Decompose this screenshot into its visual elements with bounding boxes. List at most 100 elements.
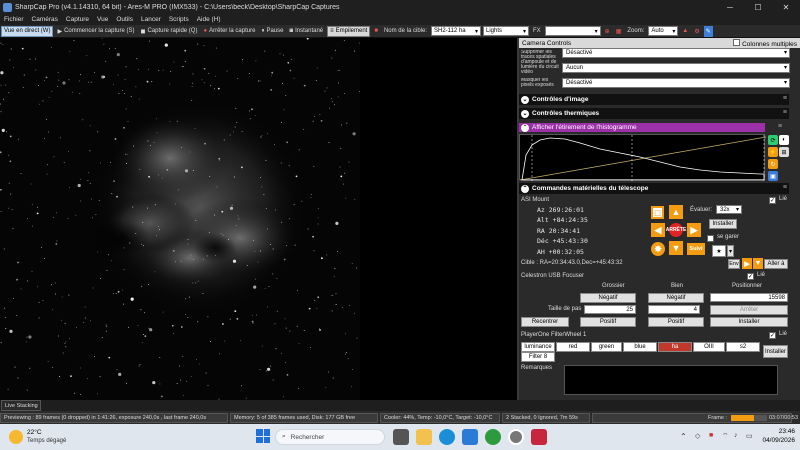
image-preview[interactable] <box>0 38 517 400</box>
target-name-select[interactable]: SH2-112 ha ▾ <box>431 26 481 36</box>
histogram-icon-button[interactable]: ▲ <box>680 26 690 37</box>
menu-help[interactable]: Aide (H) <box>193 16 225 23</box>
pin-icon-button[interactable]: ✎ <box>703 25 713 37</box>
live-stacking-tab[interactable]: Live Stacking <box>1 400 41 411</box>
menu-cameras[interactable]: Caméras <box>28 16 62 23</box>
focuser-stop-button[interactable]: Arrêter <box>710 305 788 315</box>
filter-red[interactable]: red <box>556 342 590 352</box>
position-input[interactable]: 15598 <box>710 293 788 302</box>
star-dropdown[interactable]: ▾ <box>727 245 734 257</box>
filterwheel-install-button[interactable]: Installer <box>763 345 788 358</box>
focuser-install-button[interactable]: Installer <box>710 317 788 327</box>
wifi-icon[interactable]: ⌔ <box>722 432 729 441</box>
save-icon[interactable]: ▣ <box>768 171 778 181</box>
coarse-step-input[interactable]: 25 <box>584 305 636 314</box>
auto-stretch-icon[interactable]: ⟳ <box>768 135 778 145</box>
file-explorer-icon[interactable] <box>416 429 432 445</box>
record-icon-button[interactable]: ■ <box>372 26 380 37</box>
hamburger-icon[interactable]: ≡ <box>778 123 782 130</box>
tray-app-icon[interactable]: ■ <box>709 432 713 439</box>
menu-scripts[interactable]: Scripts <box>165 16 193 23</box>
fine-negative-button[interactable]: Négatif <box>648 293 704 303</box>
quick-capture-button[interactable]: ◼ Capture rapide (Q) <box>138 26 199 37</box>
maximize-button[interactable]: ☐ <box>744 0 772 14</box>
recenter-button[interactable]: Recentrer <box>521 317 569 327</box>
home-icon[interactable]: ✸ <box>651 242 665 256</box>
filter-8[interactable]: Filter 8 <box>521 352 555 362</box>
stacking-button[interactable]: ≡ Empilement <box>327 25 371 37</box>
fine-positive-button[interactable]: Positif <box>648 317 704 327</box>
hamburger-icon[interactable]: ≡ <box>783 109 787 116</box>
fx-select[interactable]: ▾ <box>544 26 601 36</box>
clock-time[interactable]: 23:46 <box>761 428 795 435</box>
snapshot-button[interactable]: ◙ Instantané <box>287 26 325 37</box>
sharpcap-taskbar-icon[interactable] <box>508 429 524 445</box>
grid-icon-button[interactable]: ▦ <box>614 26 624 37</box>
filter-blue[interactable]: blue <box>623 342 657 352</box>
menu-capture[interactable]: Capture <box>62 16 93 23</box>
columns-checkbox[interactable] <box>733 38 741 46</box>
section-image-controls[interactable]: ⌄ Contrôles d'image ≡ <box>519 94 789 105</box>
mount-link-checkbox[interactable]: ✓ <box>769 197 776 204</box>
zoom-select[interactable]: Auto ▾ <box>648 26 679 36</box>
menu-launch[interactable]: Lancer <box>137 16 165 23</box>
setting-select-2[interactable]: Aucun ▾ <box>562 63 790 73</box>
tray-chevron-icon[interactable]: ⌃ <box>680 432 687 441</box>
reset-icon[interactable]: ⊞ <box>779 147 789 157</box>
histogram-plot[interactable] <box>519 134 767 181</box>
fine-step-input[interactable]: 4 <box>648 305 700 314</box>
pause-button[interactable]: ⏸ Pause <box>259 26 285 37</box>
app-red-icon[interactable] <box>531 429 547 445</box>
windows-start-icon[interactable] <box>256 429 270 443</box>
store-icon[interactable] <box>462 429 478 445</box>
network-icon[interactable]: ◇ <box>695 432 700 440</box>
weather-icon[interactable] <box>9 430 23 444</box>
clock-date[interactable]: 04/09/2026 <box>755 437 795 444</box>
filterwheel-link-checkbox[interactable]: ✓ <box>769 332 776 339</box>
filter-luminance[interactable]: luminance <box>521 342 555 352</box>
setting-select-3[interactable]: Désactivé ▾ <box>562 78 790 88</box>
filter-s2[interactable]: s2 <box>726 342 760 352</box>
lightning-icon[interactable]: ⚡ <box>768 147 778 157</box>
filter-oiii[interactable]: OIII <box>693 342 725 352</box>
settings-icon-button[interactable]: ⚙ <box>692 26 701 37</box>
move-south-button[interactable]: ▼ <box>669 241 683 255</box>
star-icon[interactable]: ★ <box>712 245 726 257</box>
section-telescope[interactable]: ⌃ Commandes matérielles du télescope ≡ <box>519 183 789 194</box>
edge-icon[interactable] <box>439 429 455 445</box>
live-view-button[interactable]: Vue en direct (W) <box>1 25 54 37</box>
stop-capture-button[interactable]: ● Arrêter la capture <box>201 26 257 37</box>
refresh-icon[interactable]: ↻ <box>768 159 778 169</box>
app-green-icon[interactable] <box>485 429 501 445</box>
goto-right-arrow[interactable]: ▶ <box>742 258 752 269</box>
hamburger-icon[interactable]: ≡ <box>783 184 787 191</box>
mount-install-button[interactable]: Installer <box>709 219 737 229</box>
move-west-button[interactable]: ◀ <box>651 223 665 237</box>
coarse-positive-button[interactable]: Positif <box>580 317 636 327</box>
section-thermal-controls[interactable]: ⌄ Contrôles thermiques ≡ <box>519 108 789 119</box>
park-checkbox[interactable] <box>707 235 714 242</box>
section-histogram[interactable]: ⌃ Afficher l'étirement de l'histogramme <box>519 123 765 132</box>
menu-tools[interactable]: Outils <box>112 16 137 23</box>
columns-toggle[interactable]: Colonnes multiples <box>733 38 797 48</box>
move-north-button[interactable]: ▲ <box>669 205 683 219</box>
hamburger-icon[interactable]: ≡ <box>783 95 787 102</box>
focuser-link-checkbox[interactable]: ✓ <box>747 273 754 280</box>
frame-type-select[interactable]: Lights ▾ <box>483 26 529 36</box>
goto-button[interactable]: Aller à <box>764 259 788 269</box>
menu-file[interactable]: Fichier <box>0 16 28 23</box>
volume-icon[interactable]: ♪ <box>734 432 738 439</box>
coarse-negative-button[interactable]: Négatif <box>580 293 636 303</box>
goto-down-arrow[interactable]: ▼ <box>753 258 763 269</box>
battery-icon[interactable]: ▭ <box>746 432 753 440</box>
filter-ha[interactable]: ha <box>658 342 692 352</box>
move-east-button[interactable]: ▶ <box>687 223 701 237</box>
setting-select-1[interactable]: Désactivé ▾ <box>562 48 790 58</box>
notes-textarea[interactable] <box>564 365 778 395</box>
start-capture-button[interactable]: ▶ Commencer la capture (S) <box>55 26 136 37</box>
contrast-icon[interactable]: ◐ <box>779 135 789 145</box>
tracking-button[interactable]: Suivi <box>687 243 705 255</box>
minimize-button[interactable]: ─ <box>716 0 744 14</box>
close-button[interactable]: ✕ <box>772 0 800 14</box>
park-icon[interactable]: ⬚ <box>651 206 664 219</box>
